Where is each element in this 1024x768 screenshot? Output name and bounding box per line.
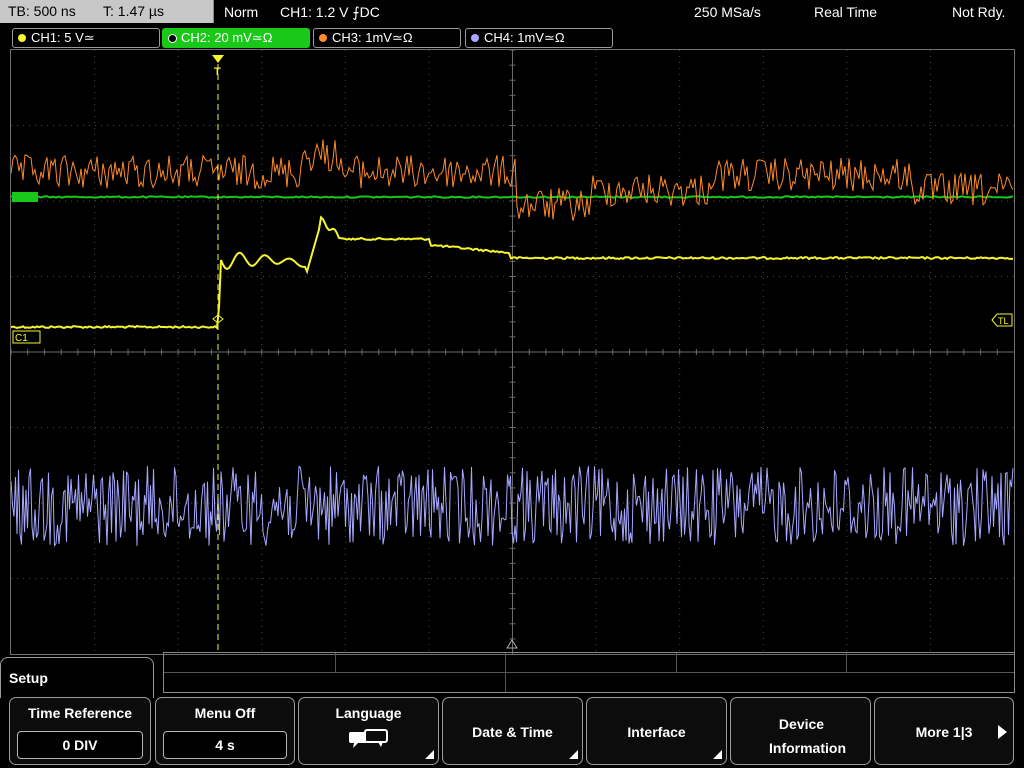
acquisition-mode[interactable]: Real Time [814, 0, 877, 24]
speech-bubble-icon [349, 729, 388, 748]
softkey-device-information[interactable]: Device Information [730, 697, 871, 765]
ch1-offset-label: C1 [15, 333, 28, 344]
timebase-value: TB: 500 ns [8, 3, 76, 19]
time-reference-label: Time Reference [27, 705, 132, 721]
graticule [11, 50, 1014, 654]
ch2-waveform [11, 195, 1014, 199]
interface-label: Interface [627, 724, 686, 740]
trigger-setting[interactable]: CH1: 1.2 V ⨍DC [280, 0, 380, 24]
menu-title: Setup [9, 670, 48, 686]
softkey-interface[interactable]: Interface [586, 697, 727, 765]
trigger-position-marker[interactable] [212, 55, 224, 63]
channel-tab-ch4[interactable]: CH4: 1mV≃Ω [465, 28, 613, 48]
ch4-label: CH4: 1mV≃Ω [484, 30, 565, 45]
device-information-label: Device Information [769, 716, 846, 756]
ch2-label: CH2: 20 mV≃Ω [181, 30, 273, 45]
ch4-color-dot [471, 34, 479, 42]
ch3-label: CH3: 1mV≃Ω [332, 30, 413, 45]
ch1-label: CH1: 5 V≃ [31, 30, 95, 45]
menu-off-value[interactable]: 4 s [163, 731, 287, 759]
waveform-canvas: T C1 TL [11, 50, 1014, 654]
next-arrow-icon [998, 725, 1007, 739]
waveform-display[interactable]: T C1 TL [10, 49, 1015, 655]
softkey-language[interactable]: Language [298, 697, 439, 765]
softkey-menu-off[interactable]: Menu Off 4 s [155, 697, 295, 765]
ch1-color-dot [18, 34, 26, 42]
info-panel [163, 652, 1015, 693]
channel-tab-ch2[interactable]: CH2: 20 mV≃Ω [162, 28, 310, 48]
channel-tab-ch1[interactable]: CH1: 5 V≃ [12, 28, 160, 48]
trigger-position-label: T [214, 66, 221, 78]
ch2-offset-marker[interactable] [12, 192, 38, 202]
channel-tab-ch3[interactable]: CH3: 1mV≃Ω [313, 28, 461, 48]
ch3-color-dot [319, 34, 327, 42]
softkey-time-reference[interactable]: Time Reference 0 DIV [9, 697, 151, 765]
trigger-level-label: TL [998, 316, 1009, 326]
trigger-time-value: T: 1.47 µs [103, 3, 164, 19]
trigger-mode[interactable]: Norm [224, 0, 258, 24]
more-label: More 1|3 [915, 724, 973, 740]
menu-title-tab: Setup [0, 657, 154, 698]
softkey-date-time[interactable]: Date & Time [442, 697, 583, 765]
status-bar: TB: 500 ns T: 1.47 µs Norm CH1: 1.2 V ⨍D… [0, 0, 1024, 24]
softkey-more[interactable]: More 1|3 [874, 697, 1014, 765]
run-state: Not Rdy. [952, 4, 1006, 20]
ch2-color-dot [168, 34, 177, 43]
timebase-box[interactable]: TB: 500 ns T: 1.47 µs [0, 0, 214, 23]
sample-rate: 250 MSa/s [694, 4, 761, 20]
language-label: Language [335, 705, 402, 721]
date-time-label: Date & Time [472, 724, 553, 740]
menu-off-label: Menu Off [194, 705, 256, 721]
time-reference-value[interactable]: 0 DIV [17, 731, 143, 759]
